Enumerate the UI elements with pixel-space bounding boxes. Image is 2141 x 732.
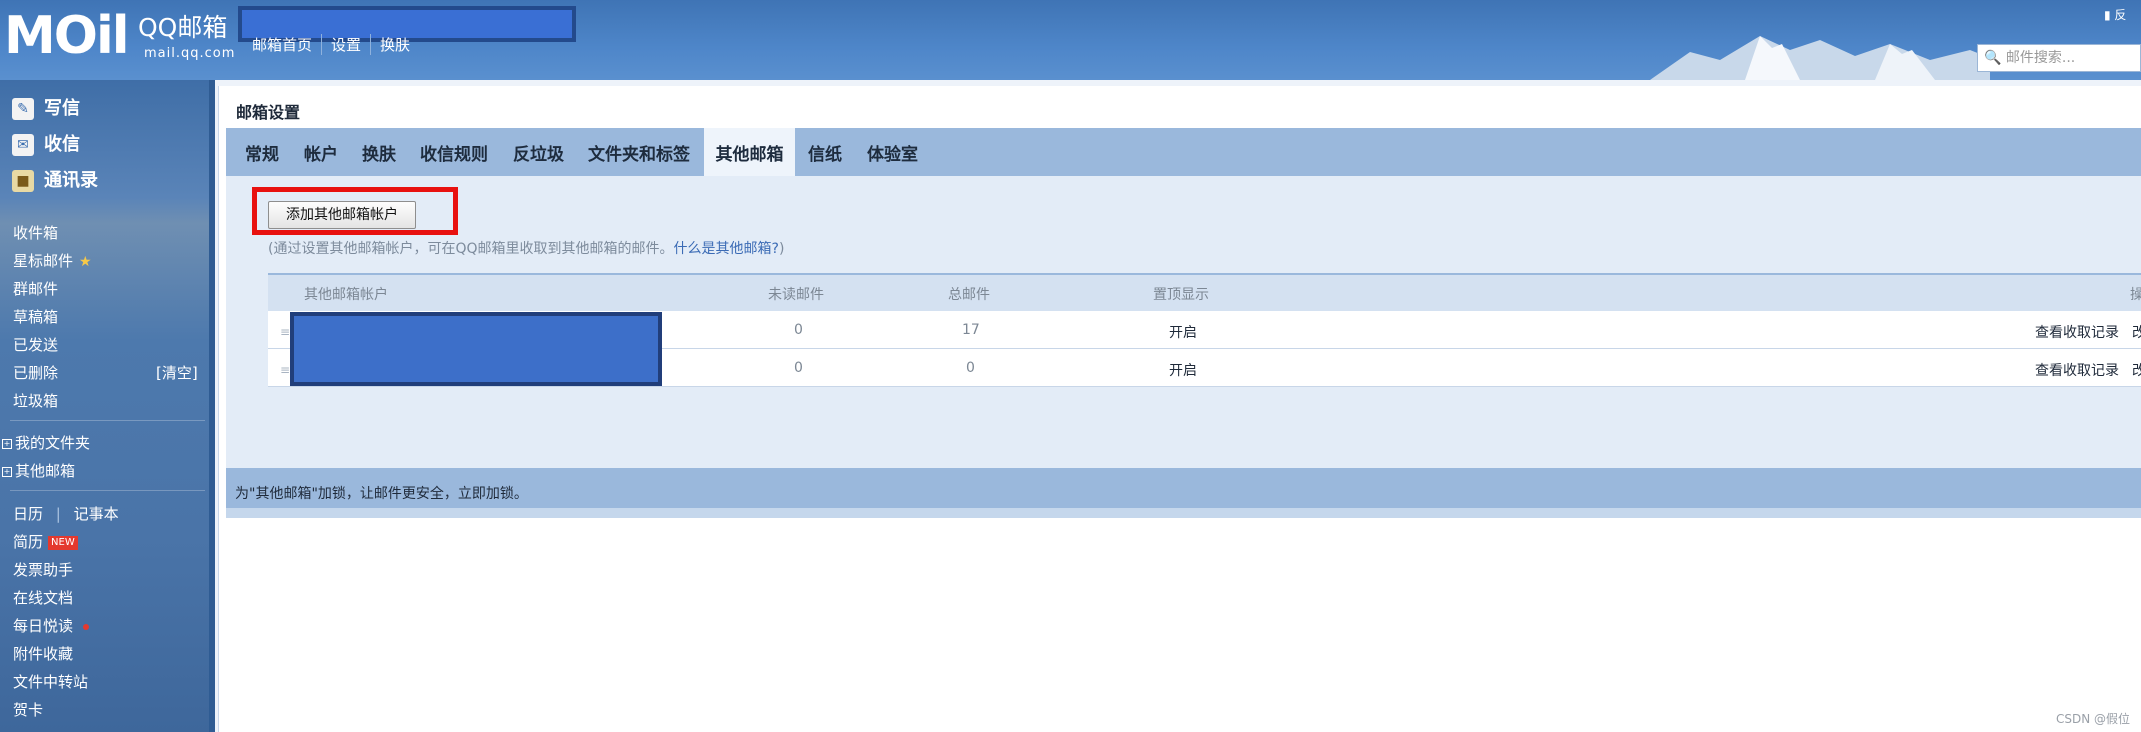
sidebar-item-drafts[interactable]: 草稿箱 xyxy=(13,306,58,327)
contacts-button[interactable]: ■ 通讯录 xyxy=(12,164,98,198)
cell-pin: 开启 xyxy=(1169,325,1197,341)
top-corner-icons[interactable]: ▮ 反 xyxy=(2104,6,2126,23)
sidebar-divider xyxy=(10,490,205,491)
cell-total: 0 xyxy=(966,360,975,376)
sidebar-item-other-mailboxes[interactable]: + 其他邮箱 xyxy=(2,460,75,481)
other-mailboxes-label: 其他邮箱 xyxy=(15,462,76,480)
search-placeholder: 邮件搜索... xyxy=(2005,50,2076,66)
drag-handle-icon[interactable]: ≡ xyxy=(280,363,290,377)
compose-label: 写信 xyxy=(44,98,80,119)
nav-skin[interactable]: 换肤 xyxy=(371,34,419,55)
hint-text: (通过设置其他邮箱帐户，可在QQ邮箱里收取到其他邮箱的邮件。 xyxy=(268,241,674,257)
col-total: 总邮件 xyxy=(948,287,990,303)
new-badge: NEW xyxy=(48,535,78,550)
sidebar-item-attachments[interactable]: 附件收藏 xyxy=(13,643,73,664)
pencil-icon: ✎ xyxy=(12,98,34,120)
starred-label: 星标邮件 xyxy=(13,252,74,270)
sidebar-item-spam[interactable]: 垃圾箱 xyxy=(13,390,58,411)
top-nav: 邮箱首页 设置 换肤 xyxy=(252,34,419,55)
receive-button[interactable]: ✉ 收信 xyxy=(12,128,80,162)
expand-icon: + xyxy=(2,438,12,449)
cell-unread: 0 xyxy=(794,322,803,338)
cell-pin: 开启 xyxy=(1169,363,1197,379)
inbox-icon: ✉ xyxy=(12,134,34,156)
sidebar-item-deleted[interactable]: 已删除 xyxy=(13,362,58,383)
sidebar-item-group[interactable]: 群邮件 xyxy=(13,278,58,299)
tab-rules[interactable]: 收信规则 xyxy=(420,128,488,176)
app-separator: | xyxy=(55,505,61,523)
watermark: CSDN @假位 xyxy=(2056,712,2131,726)
mountain-decoration xyxy=(1650,36,1990,80)
unread-dot xyxy=(83,623,90,630)
sidebar-divider xyxy=(10,420,205,421)
receive-label: 收信 xyxy=(44,134,80,155)
logo-cn-text: QQ邮箱 xyxy=(138,13,228,42)
col-account: 其他邮箱帐户 xyxy=(304,287,388,303)
col-actions: 操 xyxy=(2130,287,2141,303)
daily-read-label: 每日悦读 xyxy=(13,617,74,635)
tab-other-mailboxes[interactable]: 其他邮箱 xyxy=(704,128,795,178)
view-fetch-log-link[interactable]: 查看收取记录 xyxy=(2035,322,2119,342)
tab-general[interactable]: 常规 xyxy=(245,128,279,176)
sidebar-item-calendar[interactable]: 日历 xyxy=(13,505,43,523)
sidebar-item-my-folders[interactable]: + 我的文件夹 xyxy=(2,432,90,453)
redacted-mailbox-accounts xyxy=(290,312,662,386)
sidebar-item-notes[interactable]: 记事本 xyxy=(74,505,119,523)
qq-mail-logo[interactable]: MOil QQ邮箱 mail.qq.com xyxy=(4,8,234,64)
my-folders-label: 我的文件夹 xyxy=(15,434,91,452)
col-pin: 置顶显示 xyxy=(1153,287,1209,303)
compose-button[interactable]: ✎ 写信 xyxy=(12,92,80,126)
edit-link[interactable]: 改 xyxy=(2132,360,2141,380)
cell-unread: 0 xyxy=(794,360,803,376)
sidebar-item-resume[interactable]: 简历 NEW xyxy=(13,531,78,552)
lock-promo-message: 为"其他邮箱"加锁，让邮件更安全， xyxy=(235,486,458,502)
help-hint: (通过设置其他邮箱帐户，可在QQ邮箱里收取到其他邮箱的邮件。什么是其他邮箱?) xyxy=(268,238,784,258)
nav-settings[interactable]: 设置 xyxy=(322,34,372,55)
tab-labs[interactable]: 体验室 xyxy=(867,128,918,176)
tab-folders-labels[interactable]: 文件夹和标签 xyxy=(588,128,690,176)
settings-tabs: 常规 帐户 换肤 收信规则 反垃圾 文件夹和标签 其他邮箱 信纸 体验室 xyxy=(226,128,2141,178)
nav-mail-home[interactable]: 邮箱首页 xyxy=(252,34,323,55)
tab-stationery[interactable]: 信纸 xyxy=(808,128,842,176)
what-is-other-mailbox-link[interactable]: 什么是其他邮箱? xyxy=(674,241,779,257)
logo-url-text: mail.qq.com xyxy=(144,46,236,61)
resume-label: 简历 xyxy=(13,533,44,551)
cell-total: 17 xyxy=(962,322,980,338)
lock-promo-underbar xyxy=(226,508,2141,518)
lock-now-link[interactable]: 立即加锁 xyxy=(458,486,514,502)
sidebar-item-file-transfer[interactable]: 文件中转站 xyxy=(13,671,88,692)
tab-account[interactable]: 帐户 xyxy=(304,128,338,176)
hint-end: ) xyxy=(778,241,785,257)
lock-promo-end: 。 xyxy=(513,486,528,502)
sidebar-item-invoice[interactable]: 发票助手 xyxy=(13,559,73,580)
col-unread: 未读邮件 xyxy=(768,287,824,303)
contacts-icon: ■ xyxy=(12,170,34,192)
sidebar-item-cards[interactable]: 贺卡 xyxy=(13,699,43,720)
top-header: MOil QQ邮箱 mail.qq.com 邮箱首页 设置 换肤 ▮ 反 🔍 邮件搜… xyxy=(0,0,2141,80)
contacts-label: 通讯录 xyxy=(44,170,98,191)
sidebar-item-starred[interactable]: 星标邮件 ★ xyxy=(13,250,92,271)
tab-antispam[interactable]: 反垃圾 xyxy=(513,128,564,176)
sidebar-item-daily-read[interactable]: 每日悦读 xyxy=(13,615,90,636)
edit-link[interactable]: 改 xyxy=(2132,322,2141,342)
sidebar-item-inbox[interactable]: 收件箱 xyxy=(13,222,58,243)
add-other-mailbox-button[interactable]: 添加其他邮箱帐户 xyxy=(268,201,416,229)
tab-skin[interactable]: 换肤 xyxy=(362,128,396,176)
lock-promo-text: 为"其他邮箱"加锁，让邮件更安全，立即加锁。 xyxy=(235,483,528,503)
page-title: 邮箱设置 xyxy=(236,103,301,122)
sidebar-app-row: 日历 | 记事本 xyxy=(13,503,119,524)
view-fetch-log-link[interactable]: 查看收取记录 xyxy=(2035,360,2119,380)
logo-wordmark: MOil xyxy=(4,6,130,66)
clear-trash-link[interactable]: [清空] xyxy=(156,362,198,383)
mail-search-input[interactable]: 🔍 邮件搜索... xyxy=(1977,44,2141,72)
search-icon: 🔍 xyxy=(1984,50,2002,66)
expand-icon: + xyxy=(2,466,12,477)
star-icon: ★ xyxy=(79,254,92,270)
sidebar-item-docs[interactable]: 在线文档 xyxy=(13,587,73,608)
drag-handle-icon[interactable]: ≡ xyxy=(280,325,290,339)
sidebar-item-sent[interactable]: 已发送 xyxy=(13,334,58,355)
